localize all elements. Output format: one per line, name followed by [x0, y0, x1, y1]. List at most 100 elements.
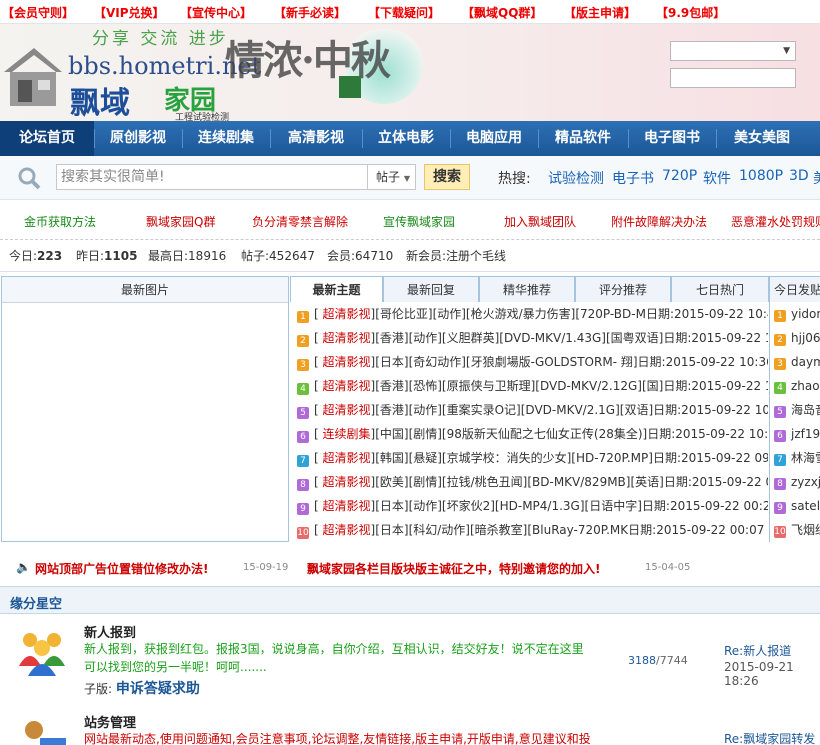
search-input[interactable]: 搜索其实很简单! [56, 164, 368, 190]
nav-original-video[interactable]: 原创影视 [94, 121, 182, 156]
login-input-2[interactable] [670, 68, 796, 88]
thread-title[interactable]: [哥伦比亚][动作][枪火游戏/暴力伤害][720P-BD-M [375, 307, 646, 321]
tab-featured[interactable]: 精华推荐 [479, 276, 575, 302]
section-title[interactable]: 缘分星空 [10, 593, 62, 612]
notice-link[interactable]: 飘域家园各栏目版块版主诚征之中，特别邀请您的加入! [307, 560, 600, 577]
quick-link[interactable]: 金币获取方法 [24, 213, 96, 230]
thread-title[interactable]: [欧美][剧情][拉钱/桃色丑闻][BD-MKV/829MB][英语] [375, 475, 664, 489]
thread-title[interactable]: [韩国][悬疑][京城学校：消失的少女][HD-720P.MP] [375, 451, 653, 465]
nav-photos[interactable]: 美女美图 [716, 121, 808, 156]
hot-search-link[interactable]: 软件 [703, 168, 731, 188]
topbar-link-vip[interactable]: 【VIP兑换】 [94, 4, 165, 21]
thread-row[interactable]: 1[ 超清影视][哥伦比亚][动作][枪火游戏/暴力伤害][720P-BD-M日… [290, 302, 768, 326]
today-poster-row[interactable]: 8 zyzxj [770, 470, 820, 494]
today-poster-row[interactable]: 7 林海雪 [770, 446, 820, 470]
hot-search-link[interactable]: 1080P [739, 168, 783, 184]
thread-category[interactable]: 超清影视 [323, 499, 371, 513]
today-poster-row[interactable]: 3 daym [770, 350, 820, 374]
hot-search-link[interactable]: 试验检测 [548, 168, 604, 188]
today-poster-row[interactable]: 10 飞烟织 [770, 518, 820, 542]
thread-category[interactable]: 超清影视 [323, 523, 371, 537]
thread-row[interactable]: 7[ 超清影视][韩国][悬疑][京城学校：消失的少女][HD-720P.MP]… [290, 446, 768, 470]
thread-row[interactable]: 10[ 超清影视][日本][科幻/动作][暗杀教室][BluRay-720P.M… [290, 518, 768, 542]
poster-name[interactable]: jzf19 [791, 427, 820, 441]
poster-name[interactable]: satell [791, 499, 820, 513]
subforum-link[interactable]: 申诉答疑求助 [116, 681, 200, 697]
quick-link[interactable]: 负分清零禁言解除 [252, 213, 348, 230]
today-poster-row[interactable]: 9 satell [770, 494, 820, 518]
thread-row[interactable]: 5[ 超清影视][香港][动作][重案实录O记][DVD-MKV/2.1G][双… [290, 398, 768, 422]
nav-3d-movies[interactable]: 立体电影 [362, 121, 450, 156]
thread-category[interactable]: 超清影视 [323, 475, 371, 489]
poster-name[interactable]: zhaol [791, 379, 820, 393]
topbar-link-download[interactable]: 【下载疑问】 [368, 4, 440, 21]
thread-category[interactable]: 超清影视 [323, 307, 371, 321]
poster-name[interactable]: 飞烟织 [791, 523, 820, 537]
poster-name[interactable]: 林海雪 [791, 451, 820, 465]
topbar-link-qq[interactable]: 【飘域QQ群】 [462, 4, 542, 21]
nav-hd-video[interactable]: 高清影视 [270, 121, 362, 156]
poster-name[interactable]: yidon [791, 307, 820, 321]
nav-software[interactable]: 精品软件 [538, 121, 628, 156]
poster-name[interactable]: 海岛音 [791, 403, 820, 417]
topbar-link-rules[interactable]: 【会员守则】 [2, 4, 74, 21]
thread-title[interactable]: [日本][科幻/动作][暗杀教室][BluRay-720P.MK [375, 523, 628, 537]
search-type-select[interactable]: 帖子 ▼ [368, 164, 416, 190]
quick-link[interactable]: 加入飘域团队 [504, 213, 576, 230]
thread-title[interactable]: [香港][动作][义胆群英][DVD-MKV/1.43G][国粤双语] [375, 331, 663, 345]
poster-name[interactable]: hjj06 [791, 331, 820, 345]
topbar-link-promo[interactable]: 【宣传中心】 [180, 4, 252, 21]
thread-row[interactable]: 6[ 连续剧集][中国][剧情][98版新天仙配之七仙女正传(28集全)]日期:… [290, 422, 768, 446]
nav-ebooks[interactable]: 电子图书 [628, 121, 716, 156]
thread-row[interactable]: 9[ 超清影视][日本][动作][坏家伙2][HD-MP4/1.3G][日语中字… [290, 494, 768, 518]
today-poster-row[interactable]: 6 jzf19 [770, 422, 820, 446]
poster-name[interactable]: daym [791, 355, 820, 369]
thread-title[interactable]: [日本][奇幻动作][牙狼劇場版-GOLDSTORM- 翔] [375, 355, 637, 369]
thread-title[interactable]: [香港][恐怖][原振侠与卫斯理][DVD-MKV/2.12G][国] [375, 379, 663, 393]
thread-row[interactable]: 4[ 超清影视][香港][恐怖][原振侠与卫斯理][DVD-MKV/2.12G]… [290, 374, 768, 398]
quick-link[interactable]: 飘域家园Q群 [146, 213, 215, 230]
today-poster-row[interactable]: 5 海岛音 [770, 398, 820, 422]
forum-last-post[interactable]: Re:新人报道 [724, 642, 791, 659]
quick-link[interactable]: 恶意灌水处罚规则 [731, 213, 820, 230]
thread-category[interactable]: 连续剧集 [323, 427, 371, 441]
forum-name[interactable]: 新人报到 [84, 622, 136, 641]
quick-link[interactable]: 宣传飘域家园 [383, 213, 455, 230]
tab-rated[interactable]: 评分推荐 [575, 276, 671, 302]
quick-link[interactable]: 附件故障解决办法 [611, 213, 707, 230]
tab-weekly-hot[interactable]: 七日热门 [671, 276, 769, 302]
search-button[interactable]: 搜索 [424, 164, 470, 190]
forum-name[interactable]: 站务管理 [84, 712, 136, 731]
nav-home[interactable]: 论坛首页 [0, 121, 94, 156]
notice-link[interactable]: 网站顶部广告位置错位修改办法! [35, 560, 208, 577]
thread-title[interactable]: [中国][剧情][98版新天仙配之七仙女正传(28集全)] [375, 427, 647, 441]
tab-latest-topics[interactable]: 最新主题 [290, 276, 383, 302]
thread-row[interactable]: 8[ 超清影视][欧美][剧情][拉钱/桃色丑闻][BD-MKV/829MB][… [290, 470, 768, 494]
hot-search-link[interactable]: 电子书 [612, 168, 654, 188]
thread-row[interactable]: 2[ 超清影视][香港][动作][义胆群英][DVD-MKV/1.43G][国粤… [290, 326, 768, 350]
topbar-link-newbie[interactable]: 【新手必读】 [274, 4, 346, 21]
login-select-1[interactable]: ▼ [670, 41, 796, 61]
thread-category[interactable]: 超清影视 [323, 331, 371, 345]
hot-search-link[interactable]: 3D [789, 168, 809, 184]
tab-latest-replies[interactable]: 最新回复 [383, 276, 479, 302]
topbar-link-shipping[interactable]: 【9.9包邮】 [656, 4, 725, 21]
topbar-link-moderator[interactable]: 【版主申请】 [564, 4, 636, 21]
tab-today-posts[interactable]: 今日发贴 [769, 276, 820, 302]
thread-title[interactable]: [香港][动作][重案实录O记][DVD-MKV/2.1G][双语] [375, 403, 653, 417]
nav-series[interactable]: 连续剧集 [182, 121, 270, 156]
thread-category[interactable]: 超清影视 [323, 403, 371, 417]
thread-category[interactable]: 超清影视 [323, 355, 371, 369]
today-poster-row[interactable]: 4 zhaol [770, 374, 820, 398]
today-poster-row[interactable]: 2 hjj06 [770, 326, 820, 350]
today-poster-row[interactable]: 1 yidon [770, 302, 820, 326]
forum-last-post[interactable]: Re:飘域家园转发目 [724, 730, 820, 745]
poster-name[interactable]: zyzxj [791, 475, 820, 489]
hot-search-link[interactable]: 720P [662, 168, 697, 184]
house-logo-icon[interactable] [4, 46, 62, 106]
thread-category[interactable]: 超清影视 [323, 379, 371, 393]
hot-search-link[interactable]: 美 [813, 168, 820, 188]
thread-title[interactable]: [日本][动作][坏家伙2][HD-MP4/1.3G][日语中字] [375, 499, 642, 513]
thread-row[interactable]: 3[ 超清影视][日本][奇幻动作][牙狼劇場版-GOLDSTORM- 翔]日期… [290, 350, 768, 374]
thread-category[interactable]: 超清影视 [323, 451, 371, 465]
